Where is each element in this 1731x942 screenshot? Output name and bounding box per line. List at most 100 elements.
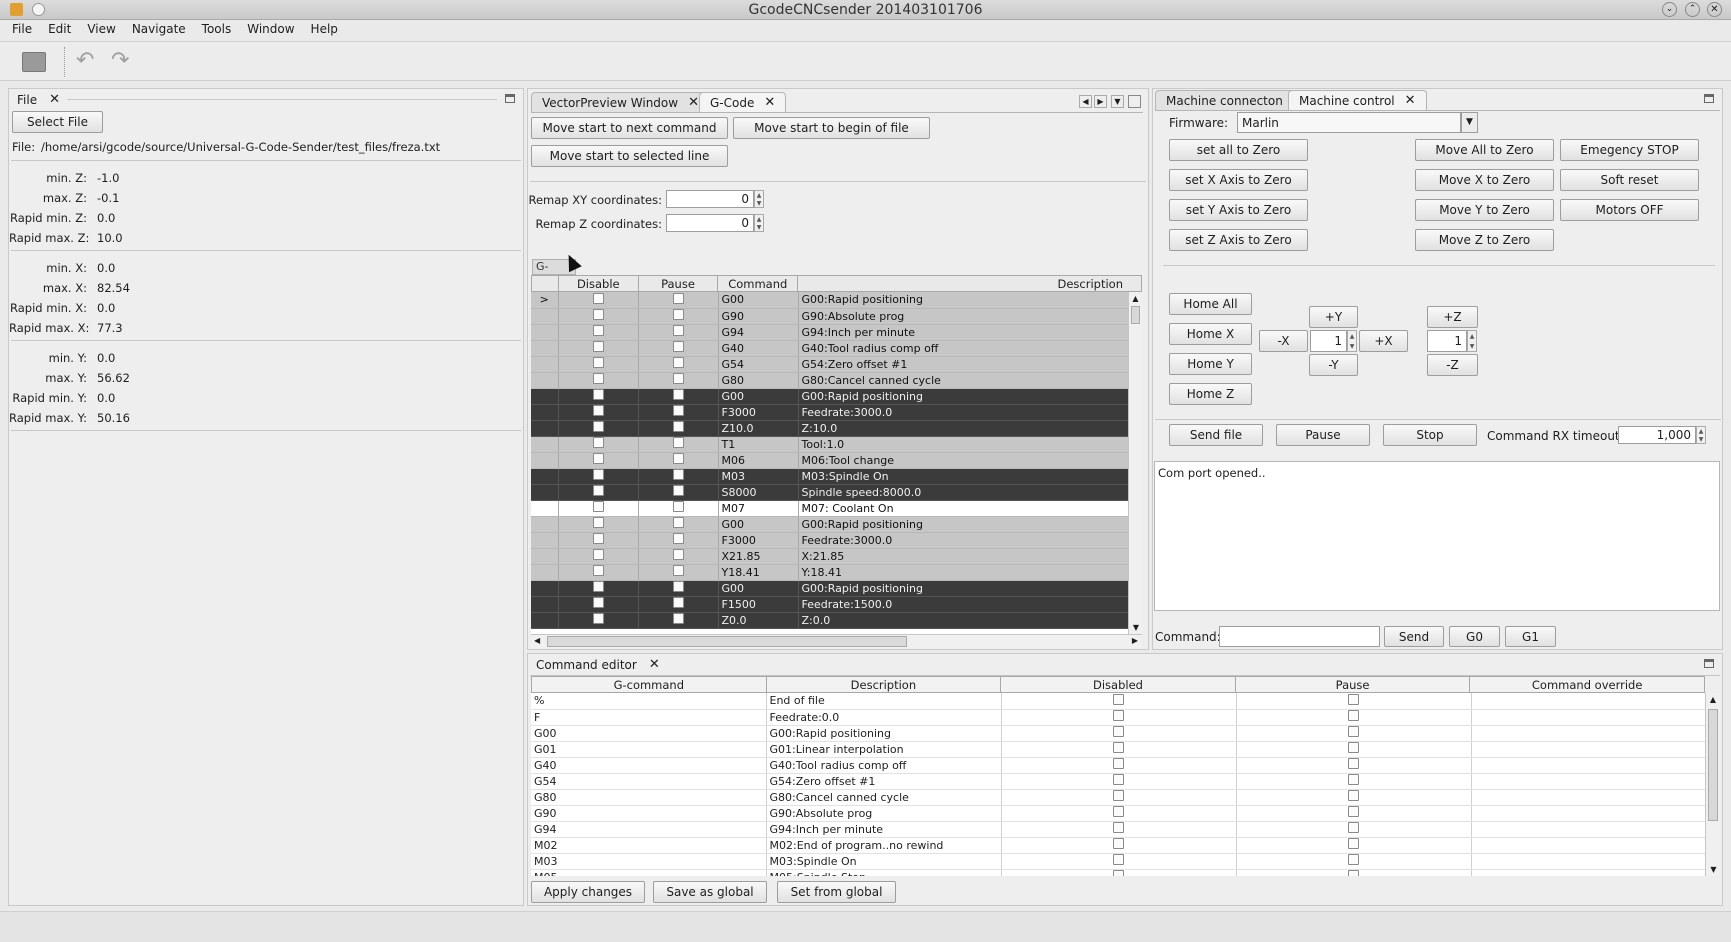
pause-checkbox[interactable] xyxy=(1348,726,1359,737)
z-step-input[interactable]: 1 xyxy=(1427,330,1467,352)
disabled-checkbox[interactable] xyxy=(1113,758,1124,769)
home-x-button[interactable]: Home X xyxy=(1169,323,1252,345)
command-override-cell[interactable] xyxy=(1471,853,1705,870)
command-override-cell[interactable] xyxy=(1471,741,1705,758)
minimize-panel-icon[interactable] xyxy=(1704,659,1714,668)
gcode-vertical-scrollbar[interactable]: ▲ ▼ xyxy=(1128,292,1142,634)
menu-view[interactable]: View xyxy=(87,22,115,38)
pause-checkbox[interactable] xyxy=(672,421,684,432)
scroll-tabs-right-icon[interactable]: ▶ xyxy=(1094,95,1107,108)
firmware-select[interactable]: Marlin xyxy=(1237,112,1461,133)
table-row[interactable]: S8000 Spindle speed:8000.0 xyxy=(531,484,1128,501)
pause-checkbox[interactable] xyxy=(1348,774,1359,785)
scroll-thumb[interactable] xyxy=(1708,709,1718,821)
undo-icon[interactable]: ↶ xyxy=(76,48,94,73)
table-row[interactable]: T1 Tool:1.0 xyxy=(531,436,1128,453)
remap-xy-input[interactable]: 0 xyxy=(666,190,754,208)
pause-checkbox[interactable] xyxy=(672,357,684,368)
pause-checkbox[interactable] xyxy=(672,501,684,512)
table-row[interactable]: M03 M03:Spindle On xyxy=(531,468,1128,485)
pause-button[interactable]: Pause xyxy=(1276,424,1370,446)
table-row[interactable]: G94 G94:Inch per minute xyxy=(531,324,1128,341)
table-row[interactable]: G00 G00:Rapid positioning xyxy=(531,516,1128,533)
table-row[interactable]: G01 G01:Linear interpolation xyxy=(531,741,1705,758)
col-pause[interactable]: Pause xyxy=(639,276,719,291)
pause-checkbox[interactable] xyxy=(672,341,684,352)
table-row[interactable]: G54 G54:Zero offset #1 xyxy=(531,356,1128,373)
table-row[interactable]: G40 G40:Tool radius comp off xyxy=(531,757,1705,774)
jog-plus-x-button[interactable]: +X xyxy=(1359,330,1408,352)
command-override-cell[interactable] xyxy=(1471,789,1705,806)
move-start-begin-button[interactable]: Move start to begin of file xyxy=(733,117,930,139)
command-override-cell[interactable] xyxy=(1471,773,1705,790)
menu-navigate[interactable]: Navigate xyxy=(132,22,186,38)
send-button[interactable]: Send xyxy=(1384,626,1444,647)
disable-checkbox[interactable] xyxy=(592,389,604,400)
disable-checkbox[interactable] xyxy=(592,597,604,608)
disabled-checkbox[interactable] xyxy=(1113,854,1124,865)
set-all-zero-button[interactable]: set all to Zero xyxy=(1169,139,1308,161)
pause-checkbox[interactable] xyxy=(672,389,684,400)
jog-minus-y-button[interactable]: -Y xyxy=(1309,354,1358,376)
pause-checkbox[interactable] xyxy=(672,549,684,560)
table-row[interactable]: G94 G94:Inch per minute xyxy=(531,821,1705,838)
z-step-spinner[interactable]: ▲ ▼ xyxy=(1467,330,1477,352)
disable-checkbox[interactable] xyxy=(592,357,604,368)
table-row[interactable]: M03 M03:Spindle On xyxy=(531,853,1705,870)
col-disable[interactable]: Disable xyxy=(559,276,639,291)
remap-xy-spinner[interactable]: ▲ ▼ xyxy=(754,190,764,208)
move-x-zero-button[interactable]: Move X to Zero xyxy=(1415,169,1554,191)
col-description[interactable]: Description xyxy=(767,677,1002,692)
pause-checkbox[interactable] xyxy=(1348,742,1359,753)
menu-file[interactable]: File xyxy=(12,22,32,38)
emergency-stop-button[interactable]: Emegency STOP xyxy=(1560,139,1699,161)
stop-button[interactable]: Stop xyxy=(1383,424,1477,446)
send-file-button[interactable]: Send file xyxy=(1169,424,1263,446)
disable-checkbox[interactable] xyxy=(592,533,604,544)
disable-checkbox[interactable] xyxy=(592,549,604,560)
pause-checkbox[interactable] xyxy=(672,453,684,464)
g1-button[interactable]: G1 xyxy=(1505,626,1556,647)
disabled-checkbox[interactable] xyxy=(1113,838,1124,849)
table-row[interactable]: F1500 Feedrate:1500.0 xyxy=(531,596,1128,613)
set-from-global-button[interactable]: Set from global xyxy=(777,881,896,903)
command-override-cell[interactable] xyxy=(1471,709,1705,726)
disable-checkbox[interactable] xyxy=(592,421,604,432)
close-tab-icon[interactable]: ✕ xyxy=(649,657,660,672)
redo-icon[interactable]: ↷ xyxy=(111,48,129,73)
command-override-cell[interactable] xyxy=(1471,837,1705,854)
pause-checkbox[interactable] xyxy=(672,437,684,448)
command-override-cell[interactable] xyxy=(1471,693,1705,710)
disabled-checkbox[interactable] xyxy=(1113,726,1124,737)
console-output[interactable]: Com port opened.. xyxy=(1154,461,1720,611)
xy-step-input[interactable]: 1 xyxy=(1310,330,1347,352)
table-row[interactable]: % End of file xyxy=(531,693,1705,710)
disable-checkbox[interactable] xyxy=(592,565,604,576)
table-row[interactable]: M02 M02:End of program..no rewind xyxy=(531,837,1705,854)
save-icon[interactable] xyxy=(22,52,46,72)
tab-vectorpreview[interactable]: VectorPreview Window ✕ xyxy=(531,92,710,112)
pause-checkbox[interactable] xyxy=(672,517,684,528)
pause-checkbox[interactable] xyxy=(1348,838,1359,849)
menu-window[interactable]: Window xyxy=(247,22,294,38)
disable-checkbox[interactable] xyxy=(592,485,604,496)
tab-machine-control[interactable]: Machine control ✕ xyxy=(1288,90,1427,110)
pause-checkbox[interactable] xyxy=(1348,870,1359,876)
disable-checkbox[interactable] xyxy=(592,373,604,384)
g0-button[interactable]: G0 xyxy=(1449,626,1500,647)
col-command-override[interactable]: Command override xyxy=(1470,677,1704,692)
pause-checkbox[interactable] xyxy=(672,581,684,592)
pause-checkbox[interactable] xyxy=(672,485,684,496)
table-row[interactable]: > G00 G00:Rapid positioning xyxy=(531,292,1128,309)
file-tab[interactable]: File ✕ xyxy=(11,90,60,109)
command-override-cell[interactable] xyxy=(1471,725,1705,742)
disabled-checkbox[interactable] xyxy=(1113,710,1124,721)
save-as-global-button[interactable]: Save as global xyxy=(653,881,767,903)
pause-checkbox[interactable] xyxy=(1348,822,1359,833)
menu-help[interactable]: Help xyxy=(311,22,338,38)
pause-checkbox[interactable] xyxy=(672,613,684,624)
pause-checkbox[interactable] xyxy=(672,469,684,480)
table-row[interactable]: Z10.0 Z:10.0 xyxy=(531,420,1128,437)
table-row[interactable]: X21.85 X:21.85 xyxy=(531,548,1128,565)
menu-tools[interactable]: Tools xyxy=(202,22,232,38)
